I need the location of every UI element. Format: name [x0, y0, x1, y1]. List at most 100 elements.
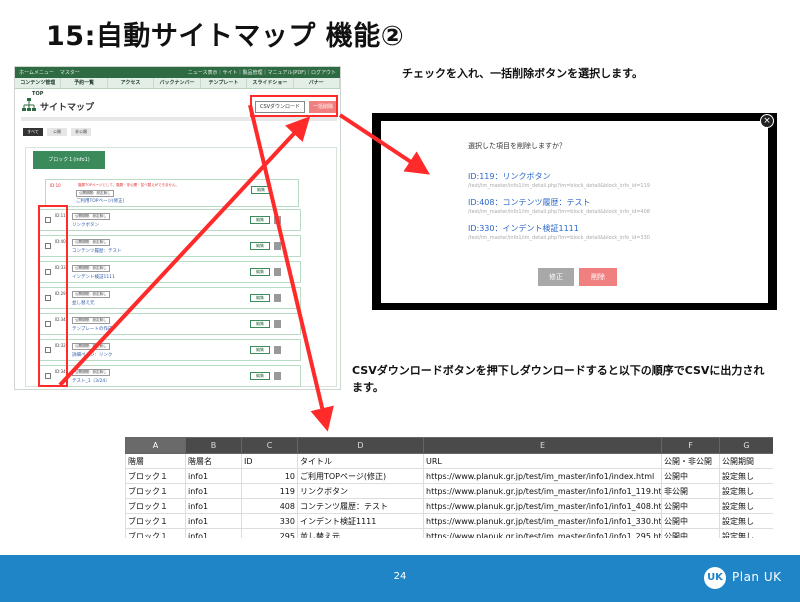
table-cell[interactable]: 公開・非公開: [661, 453, 720, 469]
delete-button[interactable]: 削除: [579, 268, 617, 286]
edit-button[interactable]: 編集: [250, 216, 270, 224]
table-cell[interactable]: ご利用TOPページ(修正): [297, 468, 424, 484]
trash-icon[interactable]: [274, 216, 281, 224]
item-name[interactable]: 並し替え元: [72, 300, 95, 306]
table-cell[interactable]: ブロック１: [125, 483, 186, 499]
item-name[interactable]: インデント検証1111: [72, 274, 115, 280]
cms-menu: コンテンツ管理TOP 予約一覧 アクセス バックナンバー テンプレート スライド…: [15, 78, 340, 97]
table-cell[interactable]: info1: [185, 483, 242, 499]
logo-text: Plan UK: [732, 570, 782, 584]
table-cell[interactable]: ブロック１: [125, 498, 186, 514]
table-cell[interactable]: 階層: [125, 453, 186, 469]
table-cell[interactable]: info1: [185, 498, 242, 514]
list-item: ID:330 公開期間：設定無し インデント検証1111 編集: [39, 261, 301, 283]
trash-icon[interactable]: [274, 372, 281, 380]
modal-item-title[interactable]: ID:408：コンテンツ履歴：テスト: [468, 197, 650, 208]
table-cell[interactable]: ID: [241, 453, 298, 469]
column-header[interactable]: B: [185, 437, 242, 454]
table-cell[interactable]: 階層名: [185, 453, 242, 469]
table-cell[interactable]: 公開期間: [719, 453, 773, 469]
edit-button[interactable]: 編集: [250, 268, 270, 276]
menu-item[interactable]: コンテンツ管理TOP: [15, 78, 62, 97]
table-cell[interactable]: 公開中: [661, 513, 720, 529]
column-header[interactable]: E: [423, 437, 662, 454]
table-cell[interactable]: 設定無し: [719, 528, 773, 538]
item-name[interactable]: ご利用TOPページ(修正): [76, 198, 124, 204]
edit-button[interactable]: 編集: [250, 294, 270, 302]
table-cell[interactable]: タイトル: [297, 453, 424, 469]
table-cell[interactable]: 408: [241, 498, 298, 514]
menu-item[interactable]: アクセス: [108, 78, 155, 88]
table-cell[interactable]: https://www.planuk.gr.jp/test/im_master/…: [423, 498, 662, 514]
column-header[interactable]: D: [297, 437, 424, 454]
table-cell[interactable]: https://www.planuk.gr.jp/test/im_master/…: [423, 483, 662, 499]
item-name[interactable]: コンテンツ履歴：テスト: [72, 248, 122, 254]
table-cell[interactable]: 設定無し: [719, 513, 773, 529]
table-cell[interactable]: 119: [241, 483, 298, 499]
table-cell[interactable]: info1: [185, 528, 242, 538]
close-icon[interactable]: ×: [760, 114, 774, 128]
table-cell[interactable]: 並し替え元: [297, 528, 424, 538]
tab-public[interactable]: 公開: [47, 128, 67, 136]
item-name[interactable]: リンクボタン: [72, 222, 99, 228]
table-cell[interactable]: 295: [241, 528, 298, 538]
table-row: 階層 階層名 ID タイトル URL 公開・非公開 公開期間: [125, 453, 773, 469]
item-name[interactable]: テスト_1（3/24）: [72, 378, 110, 384]
table-cell[interactable]: 330: [241, 513, 298, 529]
table-cell[interactable]: 設定無し: [719, 468, 773, 484]
table-cell[interactable]: https://www.planuk.gr.jp/test/im_master/…: [423, 528, 662, 538]
table-cell[interactable]: コンテンツ履歴：テスト: [297, 498, 424, 514]
top-links[interactable]: ニュース表示｜サイト｜製品管理｜マニュアル(PDF)｜ログアウト: [188, 69, 336, 76]
column-header[interactable]: G: [719, 437, 773, 454]
trash-icon[interactable]: [274, 320, 281, 328]
slide-footer: 24 UK Plan UK: [0, 555, 800, 602]
table-cell[interactable]: 公開中: [661, 498, 720, 514]
table-cell[interactable]: インデント検証1111: [297, 513, 424, 529]
menu-item[interactable]: スライドショー: [247, 78, 294, 88]
column-header[interactable]: C: [241, 437, 298, 454]
modal-item-title[interactable]: ID:119：リンクボタン: [468, 171, 650, 182]
trash-icon[interactable]: [274, 268, 281, 276]
table-cell[interactable]: 設定無し: [719, 483, 773, 499]
table-cell[interactable]: 公開中: [661, 528, 720, 538]
edit-button[interactable]: 編集: [250, 320, 270, 328]
modify-button[interactable]: 修正: [538, 268, 574, 286]
edit-button[interactable]: 編集: [250, 372, 270, 380]
table-cell[interactable]: 10: [241, 468, 298, 484]
table-cell[interactable]: URL: [423, 453, 662, 469]
menu-item[interactable]: バックナンバー: [154, 78, 201, 88]
edit-button[interactable]: 編集: [250, 242, 270, 250]
table-cell[interactable]: ブロック１: [125, 513, 186, 529]
column-header[interactable]: A: [125, 437, 186, 454]
item-name[interactable]: 詳細ページ：リンク: [72, 352, 112, 358]
table-cell[interactable]: 非公開: [661, 483, 720, 499]
list-item: ID:341 公開期間：設定無し テンプレートの作成 編集: [39, 313, 301, 335]
menu-item[interactable]: 予約一覧: [61, 78, 108, 88]
table-cell[interactable]: 設定無し: [719, 498, 773, 514]
delete-instruction: チェックを入れ、一括削除ボタンを選択します。: [402, 67, 644, 80]
home-menu-link[interactable]: ホームメニュー: [19, 69, 54, 76]
menu-item[interactable]: テンプレート: [201, 78, 248, 88]
edit-button[interactable]: 編集: [251, 186, 271, 194]
trash-icon[interactable]: [274, 294, 281, 302]
block-label[interactable]: ブロック１(info1): [33, 151, 105, 169]
tab-all[interactable]: すべて: [23, 128, 43, 136]
menu-item[interactable]: バナー: [294, 78, 340, 88]
table-cell[interactable]: ブロック１: [125, 468, 186, 484]
table-cell[interactable]: 公開中: [661, 468, 720, 484]
modal-item-title[interactable]: ID:330：インデント検証1111: [468, 223, 650, 234]
tab-private[interactable]: 非公開: [71, 128, 91, 136]
period-tag: 公開期間：設定無し: [72, 239, 110, 246]
table-cell[interactable]: リンクボタン: [297, 483, 424, 499]
filter-tabs: すべて 公開 非公開: [23, 128, 91, 136]
item-name[interactable]: テンプレートの作成: [72, 326, 112, 332]
table-cell[interactable]: info1: [185, 513, 242, 529]
column-header[interactable]: F: [661, 437, 720, 454]
table-cell[interactable]: ブロック１: [125, 528, 186, 538]
table-cell[interactable]: info1: [185, 468, 242, 484]
table-cell[interactable]: https://www.planuk.gr.jp/test/im_master/…: [423, 513, 662, 529]
trash-icon[interactable]: [274, 346, 281, 354]
edit-button[interactable]: 編集: [250, 346, 270, 354]
trash-icon[interactable]: [274, 242, 281, 250]
table-cell[interactable]: https://www.planuk.gr.jp/test/im_master/…: [423, 468, 662, 484]
